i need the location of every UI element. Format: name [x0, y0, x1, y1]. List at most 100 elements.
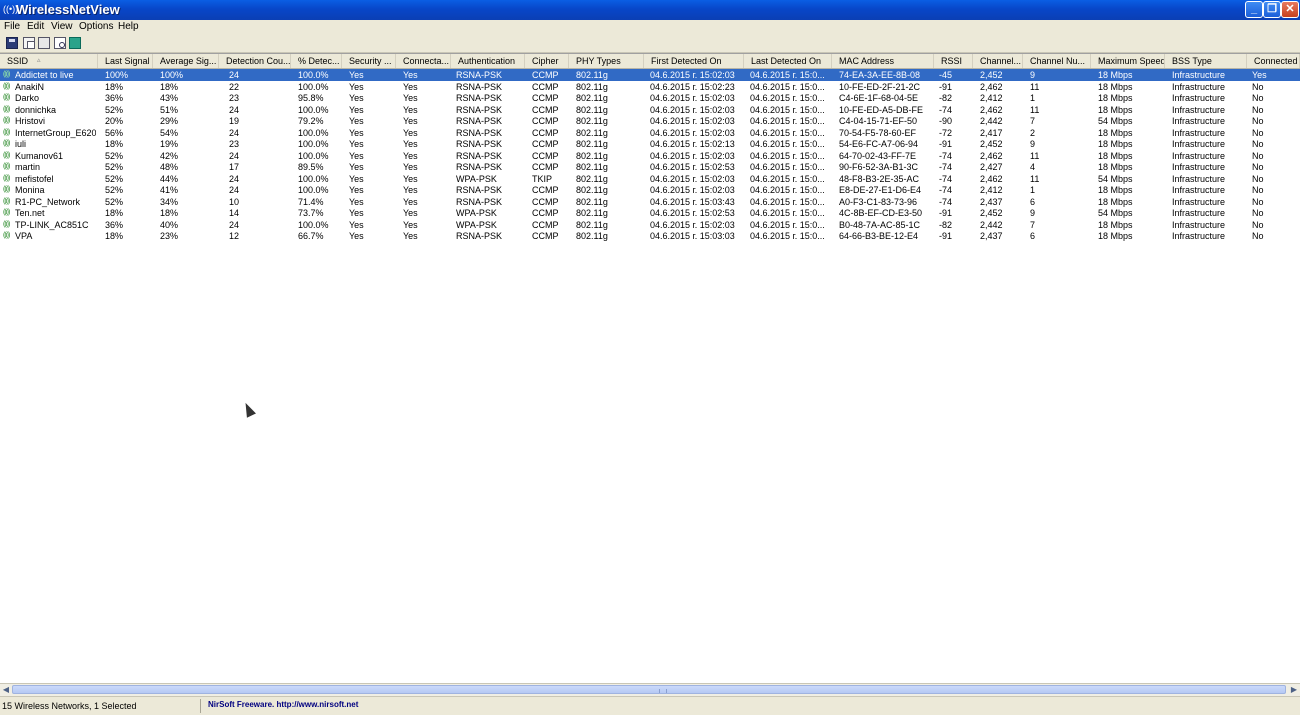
table-cell: 10 [229, 196, 240, 207]
table-row[interactable]: ((ı)) mefistofel 52% 44% 24 100.0% Yes Yes WPA-P… [0, 173, 1300, 185]
column-header[interactable]: Maximum Speed [1091, 54, 1165, 68]
column-header[interactable]: Channel... [973, 54, 1023, 68]
horizontal-scrollbar[interactable]: ◀ ▶ [0, 683, 1300, 696]
column-header[interactable]: Connecta... [396, 54, 451, 68]
menu-edit[interactable]: Edit [27, 21, 44, 33]
table-cell: 04.6.2015 г. 15:0... [750, 231, 825, 241]
column-header[interactable]: Connected [1247, 54, 1300, 68]
column-header[interactable]: % Detec... [291, 54, 342, 68]
table-cell: -74 [939, 162, 953, 172]
column-header[interactable]: Channel Nu... [1023, 54, 1091, 68]
column-header[interactable]: Security ... [342, 54, 396, 68]
table-cell: 802.11g [576, 116, 608, 126]
table-cell: 802.11g [576, 219, 608, 230]
table-cell: Yes [349, 127, 364, 138]
table-cell: No [1252, 219, 1264, 230]
wifi-signal-icon: ((ı)) [3, 128, 10, 136]
table-cell: 24 [229, 173, 240, 184]
table-cell: Infrastructure [1172, 70, 1226, 80]
table-row[interactable]: ((ı)) Hristovi 20% 29% 19 79.2% Yes Yes RSNA-PSK… [0, 115, 1300, 127]
table-row[interactable]: ((ı)) Kumanov61 52% 42% 24 100.0% Yes Yes RSNA-P… [0, 150, 1300, 162]
table-cell: Darko [15, 93, 40, 103]
table-cell: 64-70-02-43-FF-7E [839, 150, 917, 161]
table-cell: -74 [939, 104, 953, 115]
table-row[interactable]: ((ı)) martin 52% 48% 17 89.5% Yes Yes RSNA-PSK CC… [0, 161, 1300, 173]
table-cell: 23 [229, 139, 240, 149]
menu-options[interactable]: Options [79, 21, 113, 33]
column-header[interactable]: Average Sig... [153, 54, 219, 68]
table-cell: RSNA-PSK [456, 93, 503, 103]
table-cell: No [1252, 116, 1264, 126]
list-header: SSID ▵ Last Signal Average Sig... Detection … [0, 54, 1300, 69]
table-cell: RSNA-PSK [456, 196, 503, 207]
table-cell: 23% [160, 231, 179, 241]
table-row[interactable]: ((ı)) iuli 18% 19% 23 100.0% Yes Yes RSNA-PSK CCM… [0, 138, 1300, 150]
table-row[interactable]: ((ı)) Ten.net 18% 18% 14 73.7% Yes Yes WPA-PSK CC… [0, 207, 1300, 219]
table-row[interactable]: ((ı)) VPA 18% 23% 12 66.7% Yes Yes RSNA-PSK CCMP 8… [0, 230, 1300, 242]
column-header[interactable]: MAC Address [832, 54, 934, 68]
table-row[interactable]: ((ı)) InternetGroup_E620 56% 54% 24 100.0% Yes… [0, 127, 1300, 139]
table-row[interactable]: ((ı)) donnichka 52% 51% 24 100.0% Yes Yes RSNA-P… [0, 104, 1300, 116]
table-cell: 29% [160, 116, 179, 126]
network-list[interactable]: SSID ▵ Last Signal Average Sig... Detection … [0, 53, 1300, 684]
table-cell: 2,452 [980, 208, 1003, 218]
table-cell: -82 [939, 93, 953, 103]
close-button[interactable]: ✕ [1281, 1, 1299, 18]
table-cell: 10-FE-ED-2F-21-2C [839, 81, 921, 92]
column-header[interactable]: SSID ▵ [0, 54, 98, 68]
table-cell: RSNA-PSK [456, 116, 503, 126]
title-bar[interactable]: ((•)) WirelessNetView _ ❐ ✕ [0, 0, 1300, 20]
column-header[interactable]: Last Signal [98, 54, 153, 68]
column-header[interactable]: BSS Type [1165, 54, 1247, 68]
scroll-left-icon[interactable]: ◀ [0, 685, 12, 695]
table-cell: E8-DE-27-E1-D6-E4 [839, 185, 922, 195]
wifi-signal-icon: ((ı)) [3, 71, 10, 78]
find-icon[interactable] [54, 37, 66, 49]
table-cell: 04.6.2015 г. 15:02:03 [650, 104, 735, 115]
maximize-button[interactable]: ❐ [1263, 1, 1281, 18]
table-cell: 04.6.2015 г. 15:0... [750, 139, 825, 149]
column-header[interactable]: RSSI [934, 54, 973, 68]
status-separator [200, 699, 201, 713]
column-header[interactable]: PHY Types [569, 54, 644, 68]
table-cell: 2,452 [980, 70, 1003, 80]
table-cell: 2,417 [980, 127, 1003, 138]
table-cell: 04.6.2015 г. 15:02:03 [650, 70, 735, 80]
table-row[interactable]: ((ı)) Addictet to live 100% 100% 24 100.0% Yes… [0, 69, 1300, 81]
table-row[interactable]: ((ı)) Darko 36% 43% 23 95.8% Yes Yes RSNA-PSK CCM… [0, 92, 1300, 104]
table-cell: 41% [160, 185, 179, 195]
table-cell: 802.11g [576, 70, 608, 80]
column-header[interactable]: Authentication [451, 54, 525, 68]
save-icon[interactable] [6, 37, 18, 49]
menu-view[interactable]: View [51, 21, 73, 33]
table-cell: 2,462 [980, 104, 1003, 115]
scroll-thumb[interactable] [12, 685, 1286, 694]
minimize-button[interactable]: _ [1245, 1, 1263, 18]
table-cell: 51% [160, 104, 179, 115]
table-cell: 95.8% [298, 93, 324, 103]
nirsoft-link[interactable]: NirSoft Freeware. http://www.nirsoft.net [208, 699, 358, 711]
table-row[interactable]: ((ı)) Monina 52% 41% 24 100.0% Yes Yes RSNA-PSK C… [0, 184, 1300, 196]
column-header[interactable]: Cipher [525, 54, 569, 68]
table-cell: 23 [229, 93, 240, 103]
scroll-right-icon[interactable]: ▶ [1288, 685, 1300, 695]
column-header[interactable]: Detection Cou... [219, 54, 291, 68]
table-cell: 100.0% [298, 70, 329, 80]
copy-icon[interactable] [23, 37, 35, 49]
table-row[interactable]: ((ı)) AnakiN 18% 18% 22 100.0% Yes Yes RSNA-PSK C… [0, 81, 1300, 93]
table-row[interactable]: ((ı)) TP-LINK_AC851C 36% 40% 24 100.0% Yes Yes W… [0, 219, 1300, 231]
menu-file[interactable]: File [4, 21, 20, 33]
table-cell: 6 [1030, 196, 1036, 207]
table-cell: No [1252, 162, 1264, 172]
column-header[interactable]: First Detected On [644, 54, 744, 68]
table-row[interactable]: ((ı)) R1-PC_Network 52% 34% 10 71.4% Yes Yes RSN… [0, 196, 1300, 208]
properties-icon[interactable] [38, 37, 50, 49]
column-header[interactable]: Last Detected On [744, 54, 832, 68]
table-cell: 802.11g [576, 196, 608, 207]
exit-icon[interactable] [69, 37, 81, 49]
table-cell: 04.6.2015 г. 15:03:43 [650, 196, 735, 207]
table-cell: 18% [105, 81, 124, 92]
wifi-signal-icon: ((ı)) [3, 220, 10, 228]
wifi-signal-icon: ((ı)) [3, 209, 10, 216]
menu-help[interactable]: Help [118, 21, 139, 33]
